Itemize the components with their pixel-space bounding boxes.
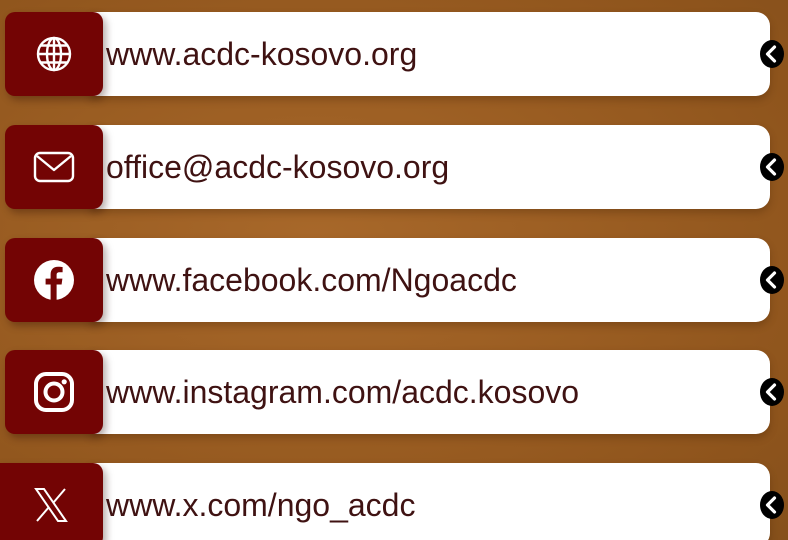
chevron-left-icon[interactable] bbox=[757, 39, 785, 69]
globe-icon bbox=[36, 36, 72, 72]
icon-badge bbox=[0, 463, 103, 540]
contact-row-x[interactable]: www.x.com/ngo_acdc bbox=[0, 463, 788, 540]
website-link[interactable]: www.acdc-kosovo.org bbox=[106, 12, 417, 96]
icon-badge bbox=[5, 125, 103, 209]
instagram-icon bbox=[34, 372, 74, 412]
chevron-left-icon[interactable] bbox=[757, 490, 785, 520]
icon-badge bbox=[5, 12, 103, 96]
contact-row-website[interactable]: www.acdc-kosovo.org bbox=[0, 12, 788, 96]
email-link[interactable]: office@acdc-kosovo.org bbox=[106, 125, 449, 209]
contact-row-instagram[interactable]: www.instagram.com/acdc.kosovo bbox=[0, 350, 788, 434]
facebook-icon bbox=[34, 260, 74, 300]
icon-badge bbox=[5, 238, 103, 322]
contact-row-email[interactable]: office@acdc-kosovo.org bbox=[0, 125, 788, 209]
x-logo-icon bbox=[33, 488, 68, 522]
chevron-left-icon[interactable] bbox=[757, 152, 785, 182]
mail-icon bbox=[33, 151, 75, 183]
chevron-left-icon[interactable] bbox=[757, 265, 785, 295]
facebook-link[interactable]: www.facebook.com/Ngoacdc bbox=[106, 238, 517, 322]
contact-row-facebook[interactable]: www.facebook.com/Ngoacdc bbox=[0, 238, 788, 322]
instagram-link[interactable]: www.instagram.com/acdc.kosovo bbox=[106, 350, 579, 434]
icon-badge bbox=[5, 350, 103, 434]
x-link[interactable]: www.x.com/ngo_acdc bbox=[106, 463, 415, 540]
chevron-left-icon[interactable] bbox=[757, 377, 785, 407]
